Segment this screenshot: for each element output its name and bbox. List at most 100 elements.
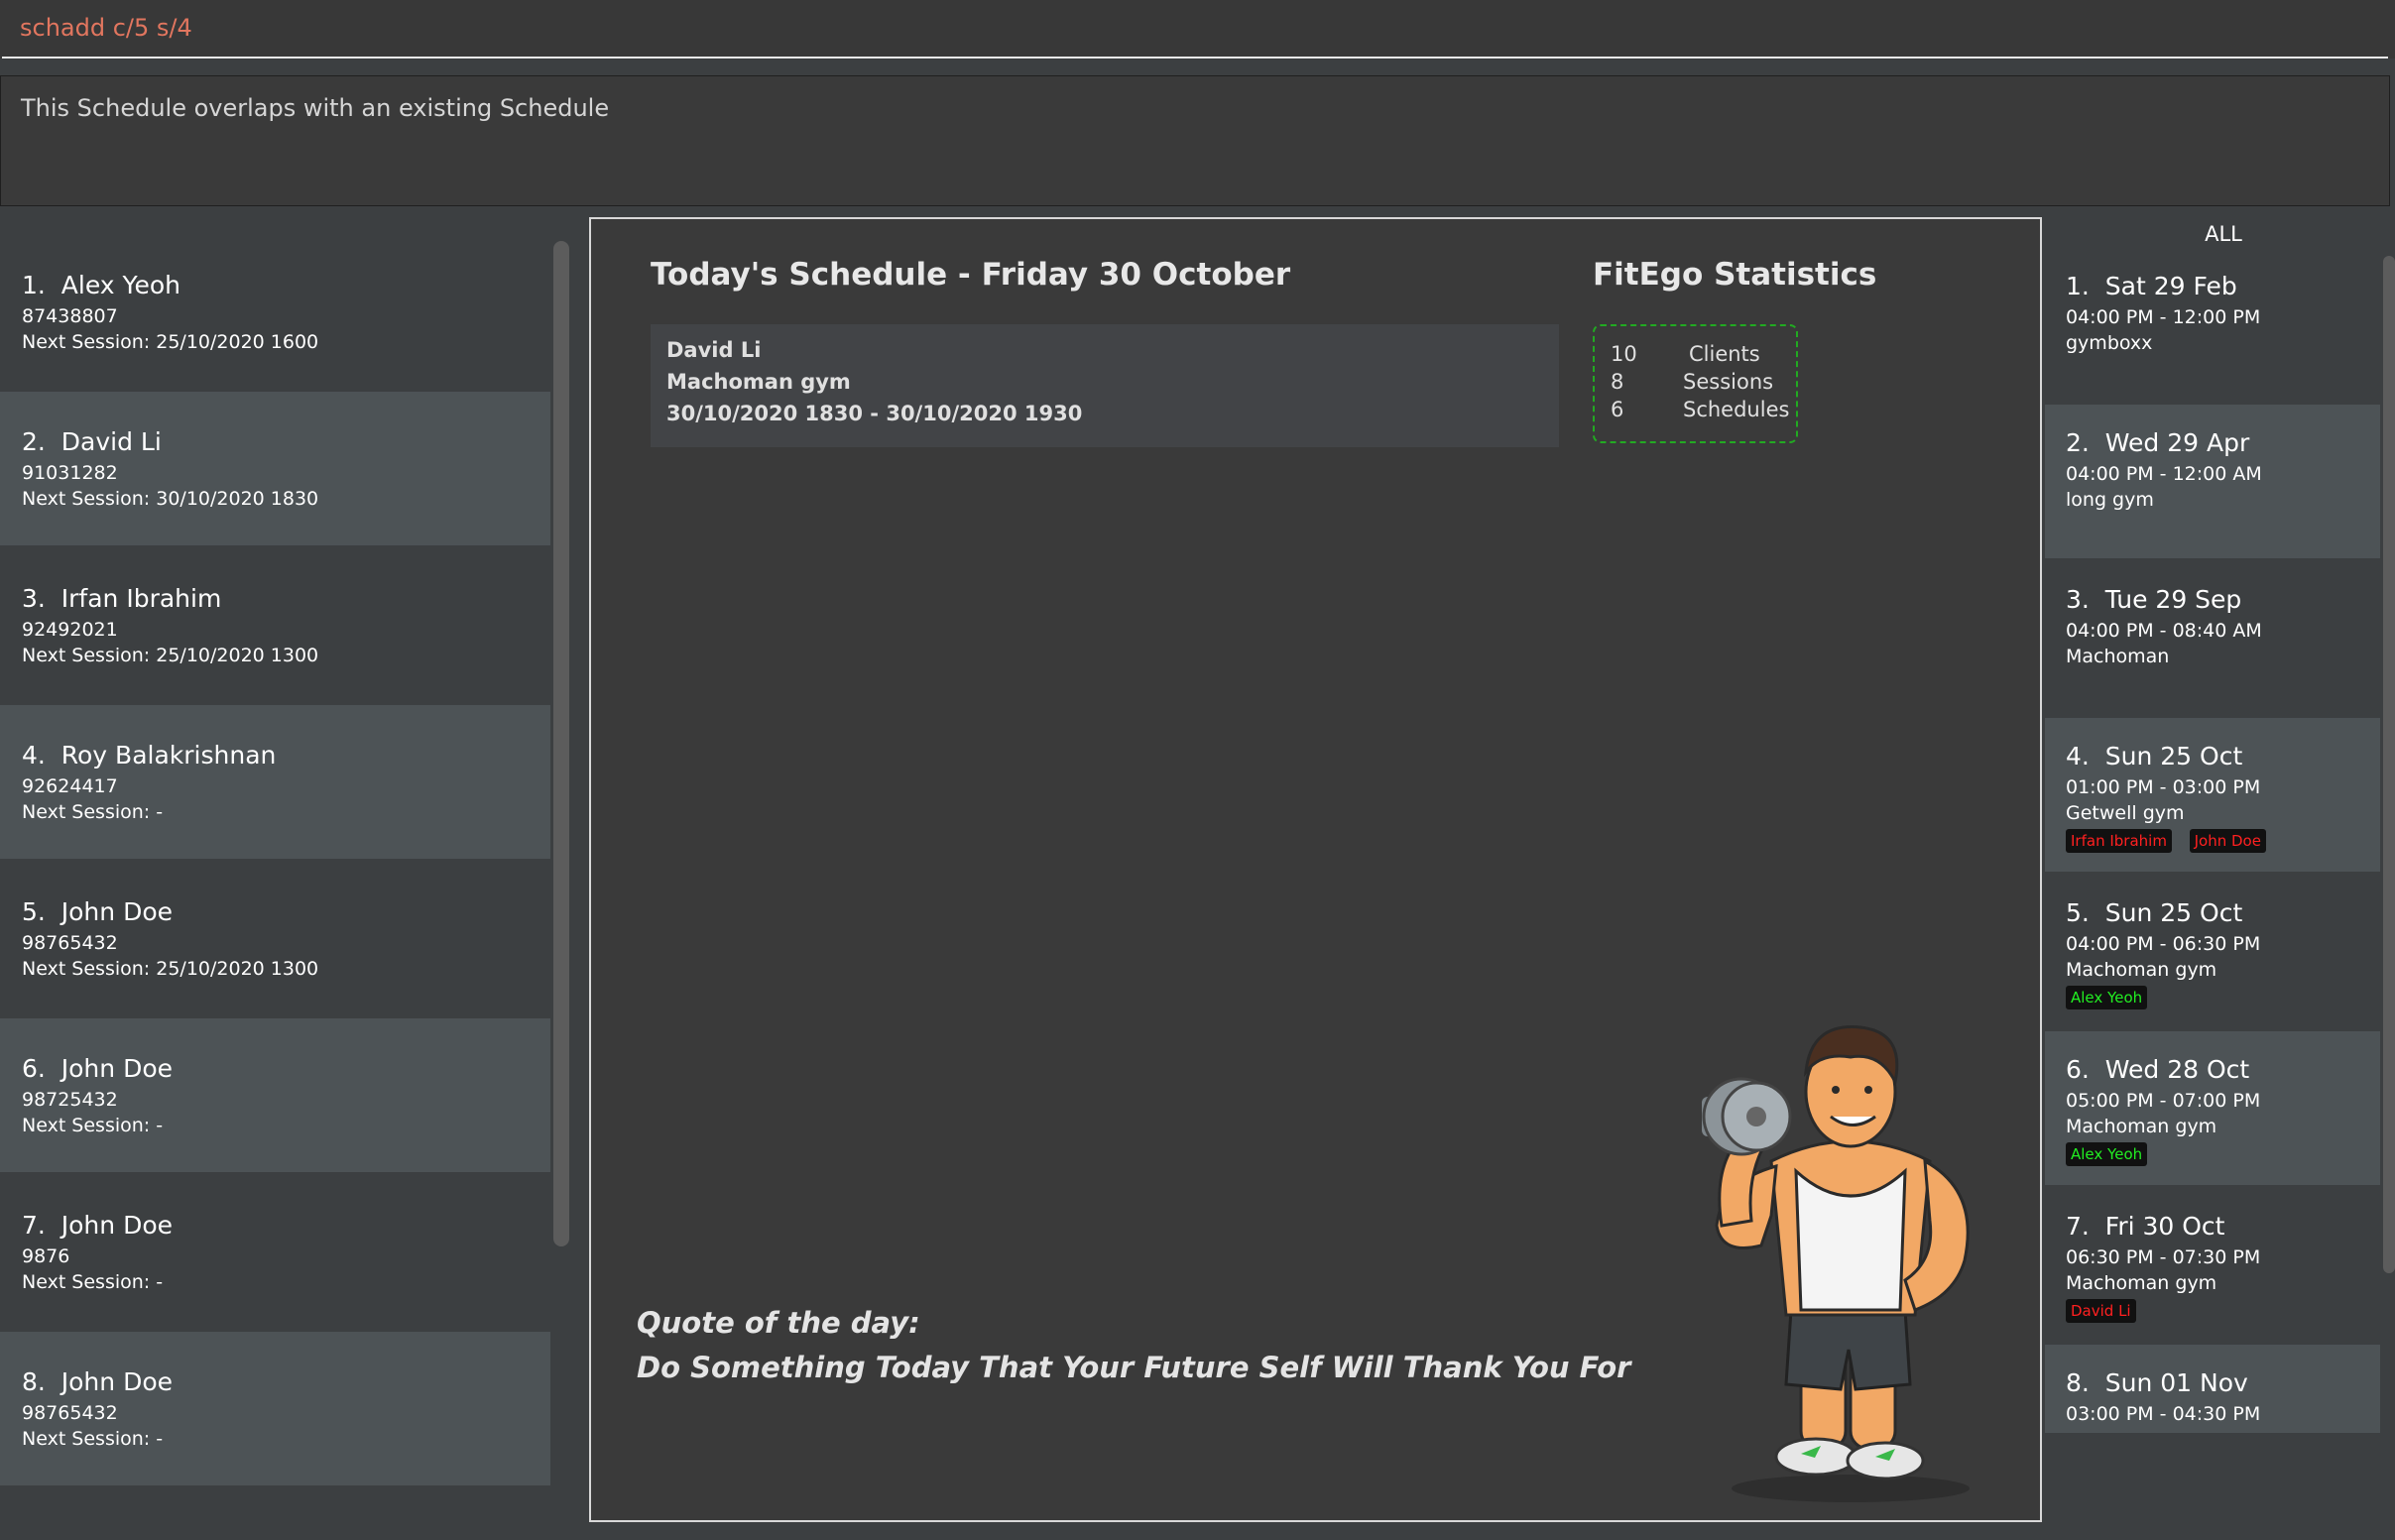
schedule-client-tag: Alex Yeoh [2066, 1142, 2148, 1166]
client-name: 6. John Doe [22, 1054, 173, 1083]
client-index: 6. [22, 1054, 46, 1083]
client-card[interactable]: 5. John Doe 98765432 Next Session: 25/10/2… [0, 862, 550, 1015]
client-name: 7. John Doe [22, 1211, 173, 1240]
today-session-card[interactable]: David Li Machoman gym 30/10/2020 1830 - … [651, 324, 1559, 447]
schedule-date: Tue 29 Sep [2104, 585, 2242, 614]
schedule-venue: gymboxx [2066, 332, 2153, 354]
command-input[interactable]: schadd c/5 s/4 [20, 14, 192, 42]
session-client: David Li [666, 338, 762, 362]
schedule-title: 3. Tue 29 Sep [2066, 585, 2241, 614]
schedule-date: Sat 29 Feb [2104, 272, 2237, 300]
session-time: 30/10/2020 1830 - 30/10/2020 1930 [666, 402, 1083, 425]
schedule-card[interactable]: 5. Sun 25 Oct 04:00 PM - 06:30 PM Machoman… [2045, 875, 2380, 1028]
schedule-time: 04:00 PM - 12:00 PM [2066, 306, 2261, 328]
schedule-title: 1. Sat 29 Feb [2066, 272, 2237, 300]
result-message: This Schedule overlaps with an existing … [21, 94, 610, 122]
stat-schedules-label: Schedules [1683, 398, 1790, 421]
client-next-session: Next Session: - [22, 1115, 164, 1136]
client-name: 2. David Li [22, 427, 162, 456]
client-index: 4. [22, 741, 46, 770]
schedule-card[interactable]: 8. Sun 01 Nov 03:00 PM - 04:30 PM [2045, 1345, 2380, 1433]
schedule-date: Wed 29 Apr [2104, 428, 2250, 457]
client-phone: 92492021 [22, 619, 118, 641]
client-name: 5. John Doe [22, 897, 173, 926]
stat-clients-count: 10 [1611, 342, 1637, 366]
client-next-session: Next Session: 30/10/2020 1830 [22, 488, 319, 510]
client-name-text: John Doe [60, 1367, 173, 1396]
schedule-index: 8. [2066, 1368, 2090, 1397]
schedule-title: 4. Sun 25 Oct [2066, 742, 2242, 770]
schedule-time: 06:30 PM - 07:30 PM [2066, 1246, 2261, 1268]
client-name-text: Irfan Ibrahim [60, 584, 222, 613]
client-card[interactable]: 7. John Doe 9876 Next Session: - [0, 1175, 550, 1329]
client-card[interactable]: 2. David Li 91031282 Next Session: 30/10/2… [0, 392, 550, 545]
schedule-time: 04:00 PM - 12:00 AM [2066, 463, 2262, 485]
client-name: 1. Alex Yeoh [22, 271, 180, 299]
bodybuilder-mascot-image [1702, 1025, 1970, 1502]
schedule-title: 5. Sun 25 Oct [2066, 898, 2242, 927]
client-next-session: Next Session: 25/10/2020 1600 [22, 331, 319, 353]
schedule-list[interactable]: 1. Sat 29 Feb 04:00 PM - 12:00 PM gymboxx 2… [2045, 248, 2380, 1433]
client-list-scrollbar[interactable] [553, 241, 569, 1246]
client-next-session: Next Session: 25/10/2020 1300 [22, 645, 319, 666]
client-name-text: Alex Yeoh [60, 271, 180, 299]
client-card[interactable]: 3. Irfan Ibrahim 92492021 Next Session: 25… [0, 548, 550, 702]
schedule-card[interactable]: 6. Wed 28 Oct 05:00 PM - 07:00 PM Machoman… [2045, 1031, 2380, 1185]
result-display: This Schedule overlaps with an existing … [0, 75, 2390, 206]
client-index: 5. [22, 897, 46, 926]
client-next-session: Next Session: - [22, 1428, 164, 1450]
today-schedule-title: Today's Schedule - Friday 30 October [651, 257, 1291, 293]
schedule-list-scrollbar[interactable] [2383, 256, 2395, 1273]
client-list[interactable]: 1. Alex Yeoh 87438807 Next Session: 25/10/… [0, 235, 550, 1504]
session-gym: Machoman gym [666, 370, 851, 394]
schedule-title: 2. Wed 29 Apr [2066, 428, 2249, 457]
client-card[interactable]: 1. Alex Yeoh 87438807 Next Session: 25/10/… [0, 235, 550, 389]
client-index: 3. [22, 584, 46, 613]
schedule-title: 7. Fri 30 Oct [2066, 1212, 2224, 1241]
client-card[interactable]: 8. John Doe 98765432 Next Session: - [0, 1332, 550, 1485]
schedule-time: 01:00 PM - 03:00 PM [2066, 776, 2261, 798]
command-box[interactable]: schadd c/5 s/4 [0, 0, 2395, 59]
client-name-text: John Doe [60, 1054, 173, 1083]
client-phone: 87438807 [22, 305, 118, 327]
schedule-card[interactable]: 2. Wed 29 Apr 04:00 PM - 12:00 AM long gym [2045, 405, 2380, 558]
stat-sessions-count: 8 [1611, 370, 1624, 394]
client-name: 8. John Doe [22, 1367, 173, 1396]
client-name-text: John Doe [60, 1211, 173, 1240]
client-phone: 9876 [22, 1245, 70, 1267]
client-card[interactable]: 6. John Doe 98725432 Next Session: - [0, 1018, 550, 1172]
client-phone: 91031282 [22, 462, 118, 484]
schedule-date: Sun 25 Oct [2104, 742, 2243, 770]
quote-label: Quote of the day: [637, 1306, 920, 1340]
stat-schedules-count: 6 [1611, 398, 1624, 421]
client-index: 2. [22, 427, 46, 456]
schedule-date: Sun 25 Oct [2104, 898, 2243, 927]
quote-text: Do Something Today That Your Future Self… [637, 1351, 1631, 1384]
schedule-card[interactable]: 3. Tue 29 Sep 04:00 PM - 08:40 AM Machoman [2045, 561, 2380, 715]
schedule-date: Wed 28 Oct [2104, 1055, 2250, 1084]
schedule-index: 3. [2066, 585, 2090, 614]
client-next-session: Next Session: - [22, 1271, 164, 1293]
schedule-date: Sun 01 Nov [2104, 1368, 2248, 1397]
schedule-date: Fri 30 Oct [2104, 1212, 2225, 1241]
client-phone: 92624417 [22, 775, 118, 797]
schedule-venue: Getwell gym [2066, 802, 2185, 824]
schedule-card[interactable]: 4. Sun 25 Oct 01:00 PM - 03:00 PM Getwell … [2045, 718, 2380, 872]
schedule-index: 2. [2066, 428, 2090, 457]
schedule-time: 04:00 PM - 08:40 AM [2066, 620, 2262, 642]
schedule-time: 03:00 PM - 04:30 PM [2066, 1403, 2261, 1425]
schedule-index: 1. [2066, 272, 2090, 300]
schedule-title: 6. Wed 28 Oct [2066, 1055, 2249, 1084]
stats-title: FitEgo Statistics [1593, 257, 1877, 293]
client-next-session: Next Session: 25/10/2020 1300 [22, 958, 319, 980]
schedule-client-tag: David Li [2066, 1299, 2136, 1323]
schedule-index: 5. [2066, 898, 2090, 927]
client-card[interactable]: 4. Roy Balakrishnan 92624417 Next Session:… [0, 705, 550, 859]
schedule-card[interactable]: 7. Fri 30 Oct 06:30 PM - 07:30 PM Machoman… [2045, 1188, 2380, 1342]
dashboard-panel: Today's Schedule - Friday 30 October Dav… [589, 217, 2042, 1522]
client-name: 4. Roy Balakrishnan [22, 741, 276, 770]
client-phone: 98765432 [22, 1402, 118, 1424]
schedule-card[interactable]: 1. Sat 29 Feb 04:00 PM - 12:00 PM gymboxx [2045, 248, 2380, 402]
schedule-index: 4. [2066, 742, 2090, 770]
client-phone: 98725432 [22, 1089, 118, 1111]
